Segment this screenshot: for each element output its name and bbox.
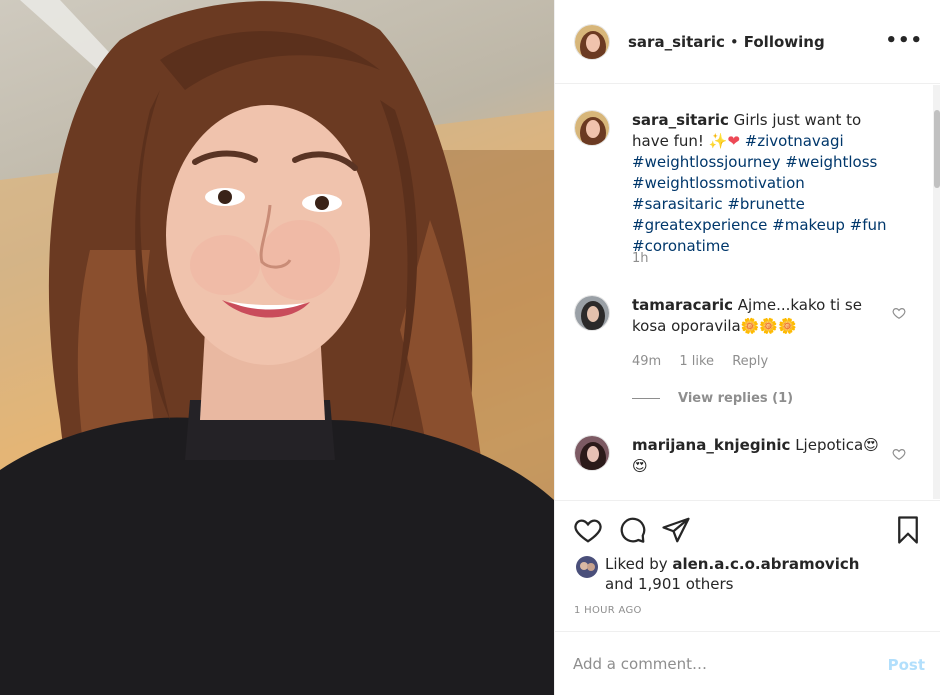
send-icon[interactable]: [661, 515, 691, 545]
comment-like-heart-icon[interactable]: [892, 306, 906, 320]
avatar-image: [575, 111, 609, 145]
author-username[interactable]: sara_sitaric: [628, 33, 725, 51]
scrollbar-thumb[interactable]: [934, 110, 940, 188]
view-replies-label: View replies (1): [678, 391, 794, 406]
likes-text: Liked by alen.a.c.o.abramovich and 1,901…: [605, 554, 875, 594]
post-header: sara_sitaric • Following •••: [555, 0, 940, 84]
likes-summary: Liked by alen.a.c.o.abramovich and 1,901…: [576, 554, 875, 594]
caption-avatar[interactable]: [574, 110, 610, 146]
author-avatar[interactable]: [574, 23, 610, 60]
view-replies-button[interactable]: View replies (1): [632, 391, 793, 406]
comments-scrollbar[interactable]: [933, 85, 940, 499]
likes-prefix: Liked by: [605, 555, 673, 573]
view-replies-line: [632, 398, 660, 399]
commenter-avatar[interactable]: [574, 295, 610, 331]
caption-time-text: 1h: [632, 251, 649, 266]
comment-likes[interactable]: 1 like: [679, 354, 714, 369]
comment-body: marijana_knjeginic Ljepotica😍😍: [632, 435, 892, 477]
comment-body: tamaracaric Ajme...kako ti se kosa opora…: [632, 295, 892, 337]
heart-emoji: ❤: [727, 132, 740, 150]
commenter-avatar[interactable]: [574, 435, 610, 471]
post-actions: Liked by alen.a.c.o.abramovich and 1,901…: [555, 500, 940, 631]
comment-username[interactable]: marijana_knjeginic: [632, 436, 790, 454]
comments-section[interactable]: sara_sitaric Girls just want to have fun…: [555, 85, 940, 499]
comment-username[interactable]: tamaracaric: [632, 296, 733, 314]
heart-icon[interactable]: [573, 515, 603, 545]
comment-time: 49m: [632, 354, 662, 369]
add-comment-bar: Post: [555, 631, 940, 695]
comment-meta: 49m 1 like Reply: [632, 354, 782, 369]
post-sidebar: sara_sitaric • Following ••• sara_sitari…: [554, 0, 940, 695]
comment-like-heart-icon[interactable]: [892, 447, 906, 461]
liker-username[interactable]: alen.a.c.o.abramovich: [672, 555, 859, 573]
avatar-image: [576, 556, 598, 578]
caption-time: 1h: [632, 251, 663, 266]
post-photo[interactable]: [0, 0, 554, 695]
caption-username[interactable]: sara_sitaric: [632, 111, 729, 129]
caption-body: sara_sitaric Girls just want to have fun…: [632, 110, 892, 257]
post-comment-button[interactable]: Post: [888, 656, 925, 674]
instagram-post: sara_sitaric • Following ••• sara_sitari…: [0, 0, 940, 695]
comment-icon[interactable]: [617, 515, 647, 545]
caption: sara_sitaric Girls just want to have fun…: [574, 110, 892, 257]
follow-status-button[interactable]: Following: [744, 33, 825, 51]
liker-avatar[interactable]: [576, 556, 598, 578]
comment-item: tamaracaric Ajme...kako ti se kosa opora…: [574, 295, 892, 337]
likes-suffix[interactable]: and 1,901 others: [605, 575, 733, 593]
more-horizontal-icon[interactable]: •••: [885, 30, 923, 51]
avatar-image: [575, 296, 609, 330]
bookmark-icon[interactable]: [893, 515, 923, 545]
post-timestamp: 1 HOUR AGO: [574, 605, 642, 616]
avatar-image: [575, 436, 609, 470]
selfie-illustration: [0, 0, 554, 695]
header-separator: •: [729, 32, 739, 51]
comment-reply-button[interactable]: Reply: [732, 354, 768, 369]
avatar-image: [575, 24, 609, 59]
caption-hashtags[interactable]: #zivotnavagi #weightlossjourney #weightl…: [632, 132, 887, 255]
comment-item: marijana_knjeginic Ljepotica😍😍: [574, 435, 892, 477]
add-comment-input[interactable]: [573, 650, 863, 678]
